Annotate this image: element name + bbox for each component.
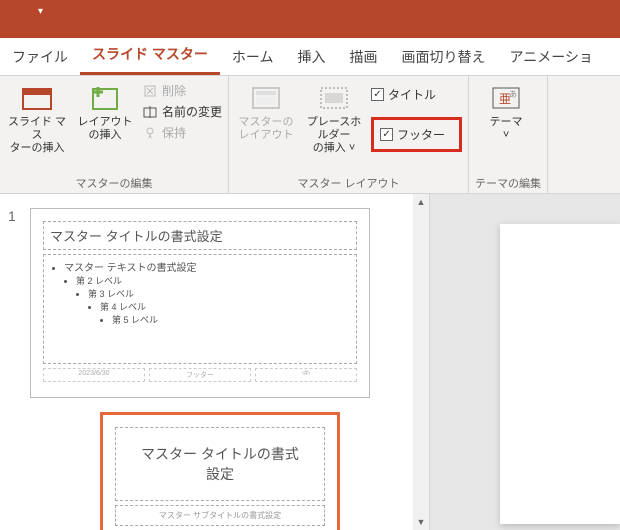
master-title-placeholder: マスター タイトルの書式設定: [43, 221, 357, 250]
master-layout-button: マスターの レイアウト: [235, 80, 297, 142]
tab-draw[interactable]: 描画: [337, 39, 389, 75]
delete-icon: [142, 83, 158, 99]
insert-placeholder-label: プレースホルダー の挿入 ˅: [303, 116, 365, 156]
ribbon-group-partial: [548, 76, 580, 193]
title-bar: ▾: [0, 0, 620, 38]
svg-text:あ: あ: [509, 90, 517, 99]
insert-layout-button[interactable]: レイアウト の挿入: [74, 80, 136, 142]
ribbon-tabs: ファイル スライド マスター ホーム 挿入 描画 画面切り替え アニメーショ: [0, 38, 620, 76]
master-footer-placeholders: 2023/6/30 フッター ‹#›: [43, 368, 357, 382]
slide-edit-area: [430, 194, 620, 530]
scroll-up-icon[interactable]: ▲: [413, 194, 429, 210]
workspace: 1 マスター タイトルの書式設定 マスター テキストの書式設定 第 2 レベル …: [0, 194, 620, 530]
rename-icon: [142, 104, 158, 120]
ribbon-group-master-edit: スライド マス ターの挿入 レイアウト の挿入 削除 名前の変更: [0, 76, 229, 193]
theme-label: テーマ˅: [490, 116, 523, 142]
placeholder-icon: [318, 82, 350, 114]
master-layout-group-label: マスター レイアウト: [235, 173, 462, 191]
insert-slide-master-button[interactable]: スライド マス ターの挿入: [6, 80, 68, 156]
slide-master-icon: [21, 82, 53, 114]
theme-icon: 亜あ: [490, 82, 522, 114]
master-edit-group-label: マスターの編集: [6, 173, 222, 191]
master-body-placeholder: マスター テキストの書式設定 第 2 レベル 第 3 レベル 第 4 レベル 第…: [43, 254, 357, 364]
tab-insert[interactable]: 挿入: [285, 39, 337, 75]
delete-button: 削除: [142, 82, 222, 99]
insert-layout-label: レイアウト の挿入: [78, 116, 133, 142]
body-level-1: マスター テキストの書式設定: [64, 259, 350, 274]
master-layout-label: マスターの レイアウト: [239, 116, 294, 142]
layout-icon: [89, 82, 121, 114]
tab-transitions[interactable]: 画面切り替え: [389, 39, 497, 75]
body-level-2: 第 2 レベル: [76, 274, 350, 287]
slide-master-thumbnail[interactable]: マスター タイトルの書式設定 マスター テキストの書式設定 第 2 レベル 第 …: [30, 208, 370, 398]
foot-footer: フッター: [149, 368, 251, 382]
rename-label: 名前の変更: [162, 103, 222, 120]
slide-canvas[interactable]: [500, 224, 620, 524]
layout-title-placeholder: マスター タイトルの書式 設定: [115, 427, 325, 501]
tab-animations[interactable]: アニメーショ: [497, 39, 604, 75]
foot-date: 2023/6/30: [43, 368, 145, 382]
rename-button[interactable]: 名前の変更: [142, 103, 222, 120]
ribbon: スライド マス ターの挿入 レイアウト の挿入 削除 名前の変更: [0, 76, 620, 194]
dropdown-chevron-icon: ˅: [503, 129, 509, 141]
partial-icon: [548, 82, 580, 114]
tab-file[interactable]: ファイル: [0, 39, 80, 75]
partial-button[interactable]: [554, 80, 574, 114]
theme-edit-group-label: テーマの編集: [475, 173, 541, 191]
tab-slide-master[interactable]: スライド マスター: [80, 36, 220, 75]
delete-label: 削除: [162, 82, 186, 99]
foot-num: ‹#›: [255, 368, 357, 382]
thumb-number: 1: [8, 208, 22, 398]
body-level-3: 第 3 レベル: [88, 287, 350, 300]
qat-customize-chevron-icon[interactable]: ▾: [38, 6, 43, 17]
checkbox-checked-icon: ✓: [371, 88, 384, 101]
body-level-4: 第 4 レベル: [100, 300, 350, 313]
tab-home[interactable]: ホーム: [220, 39, 286, 75]
theme-button[interactable]: 亜あ テーマ˅: [475, 80, 537, 142]
layout-subtitle-placeholder: マスター サブタイトルの書式設定: [115, 505, 325, 526]
ribbon-group-theme-edit: 亜あ テーマ˅ テーマの編集: [469, 76, 548, 193]
title-checkbox-label: タイトル: [388, 86, 436, 103]
layout-thumbnail-selected[interactable]: マスター タイトルの書式 設定 マスター サブタイトルの書式設定: [100, 412, 340, 530]
thumbnail-scrollbar[interactable]: ▲ ▼: [413, 194, 429, 530]
preserve-label: 保持: [162, 124, 186, 141]
insert-slide-master-label: スライド マス ターの挿入: [6, 116, 68, 156]
ribbon-group-master-layout: マスターの レイアウト プレースホルダー の挿入 ˅ ✓ タイトル ✓ フッター: [229, 76, 469, 193]
dropdown-chevron-icon: ˅: [349, 142, 355, 154]
thumbnail-pane[interactable]: 1 マスター タイトルの書式設定 マスター テキストの書式設定 第 2 レベル …: [0, 194, 430, 530]
preserve-icon: [142, 125, 158, 141]
insert-placeholder-button[interactable]: プレースホルダー の挿入 ˅: [303, 80, 365, 156]
checkbox-checked-icon: ✓: [380, 128, 393, 141]
footer-checkbox[interactable]: ✓ フッター: [380, 126, 445, 143]
body-level-5: 第 5 レベル: [112, 313, 350, 326]
footer-highlight: ✓ フッター: [371, 117, 462, 152]
scroll-down-icon[interactable]: ▼: [413, 514, 429, 530]
preserve-button: 保持: [142, 124, 222, 141]
footer-checkbox-label: フッター: [397, 126, 445, 143]
master-layout-icon: [250, 82, 282, 114]
title-checkbox[interactable]: ✓ タイトル: [371, 86, 462, 103]
